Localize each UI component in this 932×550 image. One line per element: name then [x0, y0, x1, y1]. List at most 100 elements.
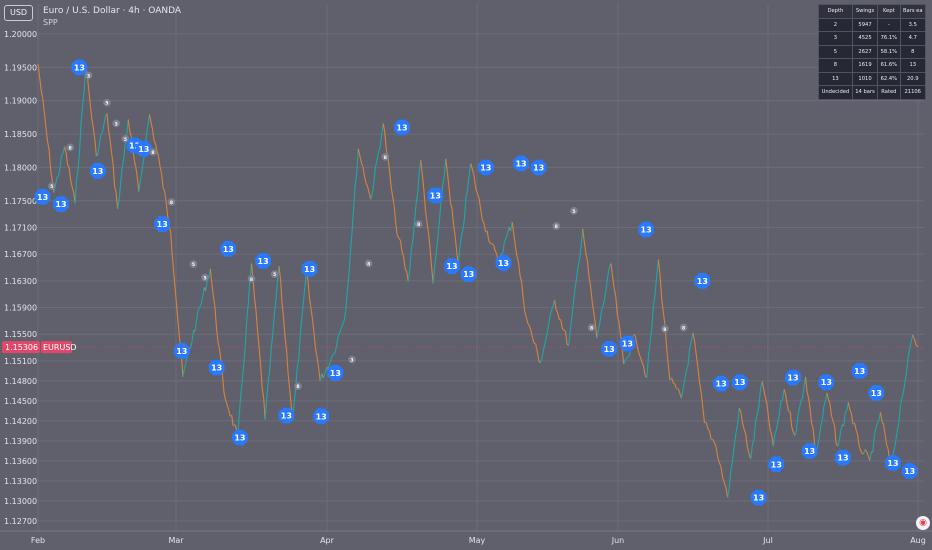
swing-marker-label: 13 — [854, 367, 865, 376]
price-segment — [388, 170, 392, 187]
price-segment — [260, 365, 263, 388]
price-segment — [371, 182, 375, 194]
price-segment — [605, 275, 609, 289]
price-segment — [334, 347, 337, 354]
price-segment — [45, 127, 49, 142]
price-segment — [158, 156, 161, 167]
price-segment — [594, 323, 598, 339]
price-segment — [133, 160, 137, 168]
y-tick-label: 1.15900 — [4, 304, 37, 313]
price-segment — [47, 141, 50, 151]
price-segment — [50, 170, 53, 181]
price-segment — [628, 351, 631, 357]
price-segment — [736, 408, 740, 425]
price-segment — [470, 163, 473, 170]
price-segment — [139, 171, 143, 181]
price-segment — [88, 90, 91, 105]
stats-cell: 2627 — [851, 44, 879, 59]
price-segment — [412, 221, 416, 241]
price-segment — [560, 319, 563, 330]
price-segment — [393, 206, 397, 224]
indicator-name[interactable]: SPP — [43, 18, 58, 27]
swing-marker-label: 13 — [837, 454, 848, 463]
price-segment — [823, 400, 826, 407]
price-chart[interactable]: 1.20000 1.19500 1.19000 1.18500 1.18000 1.175… — [0, 0, 932, 550]
price-segment — [641, 361, 645, 367]
price-segment — [264, 399, 268, 420]
currency-selector[interactable]: USD — [4, 5, 34, 21]
price-segment — [884, 434, 888, 445]
price-segment — [646, 355, 650, 378]
price-segment — [64, 146, 67, 153]
price-segment — [722, 477, 725, 483]
price-segment — [286, 350, 289, 374]
price-segment — [403, 256, 406, 269]
price-segment — [135, 167, 138, 178]
price-segment — [273, 299, 277, 314]
y-tick-label: 1.19500 — [4, 63, 37, 72]
swing-marker-label: 13 — [396, 123, 407, 132]
price-segment — [687, 347, 691, 366]
price-segment — [241, 363, 245, 380]
price-segment — [82, 89, 85, 105]
price-segment — [543, 342, 546, 350]
x-tick-label: Jul — [762, 536, 773, 545]
price-segment — [732, 445, 735, 461]
price-segment — [758, 388, 762, 407]
x-tick-label: Jun — [611, 536, 625, 545]
swing-marker-label: 13 — [258, 257, 269, 266]
swing-marker-label: 13 — [604, 345, 615, 354]
price-segment — [763, 389, 766, 399]
price-segment — [399, 240, 403, 252]
price-segment — [550, 305, 554, 311]
price-segment — [778, 400, 782, 415]
price-segment — [438, 200, 442, 220]
price-segment — [847, 402, 851, 410]
price-segment — [507, 227, 510, 234]
price-segment — [68, 167, 72, 180]
price-segment — [694, 341, 697, 356]
price-segment — [115, 192, 119, 209]
price-segment — [855, 429, 859, 435]
price-segment — [177, 323, 181, 342]
price-segment — [517, 262, 521, 277]
price-segment — [373, 166, 376, 183]
price-segment — [269, 347, 272, 370]
price-segment — [120, 167, 123, 184]
price-segment — [316, 357, 320, 369]
price-segment — [705, 422, 709, 429]
stats-row: 8 1619 61.6% 13 — [818, 58, 926, 73]
price-segment — [333, 352, 336, 355]
price-segment — [864, 449, 868, 453]
price-segment — [826, 392, 829, 400]
price-segment — [410, 239, 414, 250]
y-tick-label: 1.15500 — [4, 330, 37, 339]
price-segment — [176, 306, 179, 325]
price-segment — [794, 431, 797, 436]
y-tick-label: 1.17500 — [4, 197, 37, 206]
tradingview-logo-icon[interactable]: ◉ — [916, 516, 930, 530]
stats-row: 5 2627 58.1% 8 — [818, 44, 926, 59]
price-segment — [463, 196, 467, 219]
price-segment — [390, 186, 394, 197]
price-segment — [480, 209, 483, 220]
price-segment — [544, 335, 548, 343]
price-segment — [401, 251, 405, 257]
price-segment — [103, 115, 107, 125]
price-segment — [123, 143, 126, 159]
stats-cell: - — [877, 17, 901, 32]
price-segment — [278, 266, 282, 279]
price-segment — [530, 330, 534, 339]
price-segment — [623, 359, 626, 365]
price-segment — [505, 233, 509, 239]
price-segment — [343, 310, 347, 321]
price-segment — [360, 162, 364, 167]
stats-cell: Rated — [877, 85, 901, 100]
price-segment — [652, 294, 656, 306]
price-segment — [713, 442, 717, 447]
stats-cell: 14 bars — [851, 85, 879, 100]
price-segment — [279, 278, 283, 304]
swing-marker-label: 8 — [682, 326, 685, 332]
price-segment — [830, 415, 834, 421]
y-tick-label: 1.14200 — [4, 417, 37, 426]
